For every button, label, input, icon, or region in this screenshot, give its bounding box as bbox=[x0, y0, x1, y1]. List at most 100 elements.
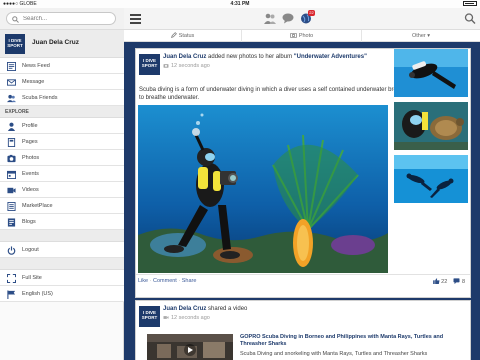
album-photo-thumb[interactable] bbox=[394, 102, 468, 150]
explore-section-header: EXPLORE bbox=[0, 106, 124, 118]
camera-icon bbox=[163, 64, 169, 68]
profile-header[interactable]: I DIVE SPORT Juan Dela Cruz bbox=[0, 30, 124, 58]
tab-other[interactable]: Other ▾ bbox=[362, 30, 480, 42]
profile-icon bbox=[7, 122, 16, 131]
post-author-link[interactable]: Juan Dela Cruz bbox=[163, 306, 206, 312]
post-time-text: 12 seconds ago bbox=[171, 63, 210, 69]
sidebar-item-label: MarketPlace bbox=[22, 203, 53, 209]
feed-post-video: I DIVE SPORT Juan Dela Cruz shared a vid… bbox=[135, 300, 471, 360]
comment-icon[interactable] bbox=[453, 278, 460, 284]
search-box[interactable] bbox=[6, 12, 116, 25]
sidebar-item-label: Message bbox=[22, 79, 45, 85]
sidebar-item-label: Scuba Friends bbox=[22, 95, 58, 101]
sidebar-item-videos[interactable]: Videos bbox=[0, 182, 124, 198]
sidebar-item-news-feed[interactable]: News Feed bbox=[0, 58, 124, 74]
album-photo-main[interactable] bbox=[138, 105, 388, 273]
message-icon bbox=[7, 79, 16, 86]
sidebar-item-pages[interactable]: Pages bbox=[0, 134, 124, 150]
album-photo-thumb[interactable] bbox=[394, 155, 468, 203]
events-icon bbox=[7, 170, 16, 179]
comment-link[interactable]: Comment bbox=[153, 278, 177, 284]
sidebar-item-marketplace[interactable]: MarketPlace bbox=[0, 198, 124, 214]
underwater-diver-image bbox=[138, 105, 388, 273]
post-time-text: 12 seconds ago bbox=[171, 315, 210, 321]
post-author-logo[interactable]: I DIVE SPORT bbox=[139, 306, 160, 327]
sidebar-item-label: Full Site bbox=[22, 275, 42, 281]
menu-icon[interactable] bbox=[130, 14, 141, 24]
comments-count: 8 bbox=[461, 279, 465, 285]
diver-thumbnail-image bbox=[394, 49, 468, 97]
sidebar-item-label: News Feed bbox=[22, 63, 50, 69]
sidebar-item-photos[interactable]: Photos bbox=[0, 150, 124, 166]
sidebar-item-label: Logout bbox=[22, 247, 39, 253]
post-actions: Like · Comment · Share bbox=[138, 278, 196, 284]
post-timestamp: 12 seconds ago bbox=[163, 315, 210, 321]
friend-requests-icon[interactable] bbox=[264, 13, 276, 24]
post-header: Juan Dela Cruz added new photos to her a… bbox=[163, 54, 367, 60]
sidebar-item-blogs[interactable]: Blogs bbox=[0, 214, 124, 230]
sidebar-item-events[interactable]: Events bbox=[0, 166, 124, 182]
notification-badge: 22 bbox=[308, 10, 315, 16]
likes-count: 22 bbox=[441, 279, 448, 285]
sidebar-item-logout[interactable]: Logout bbox=[0, 242, 124, 258]
tab-photo[interactable]: Photo bbox=[242, 30, 362, 42]
friends-icon bbox=[7, 94, 16, 103]
camera-icon bbox=[289, 33, 297, 38]
video-description: Scuba Diving and snorkeling with Manta R… bbox=[240, 351, 428, 357]
messages-icon[interactable] bbox=[282, 13, 294, 24]
news-feed: I DIVE SPORT Juan Dela Cruz added new ph… bbox=[124, 42, 480, 360]
post-header: Juan Dela Cruz shared a video bbox=[163, 306, 247, 312]
post-action-text: shared a video bbox=[206, 306, 248, 312]
flag-icon bbox=[7, 290, 16, 299]
tab-other-label: Other ▾ bbox=[411, 33, 431, 39]
sidebar-item-label: Pages bbox=[22, 139, 38, 145]
pencil-icon bbox=[170, 32, 177, 38]
sidebar-item-label: Photos bbox=[22, 155, 40, 161]
tab-status[interactable]: Status bbox=[124, 30, 242, 42]
search-icon[interactable] bbox=[464, 13, 476, 24]
sidebar: I DIVE SPORT Juan Dela Cruz News Feed Me… bbox=[0, 8, 124, 360]
top-bar: 22 bbox=[124, 8, 480, 30]
video-thumbnail[interactable] bbox=[147, 334, 233, 360]
device-status-bar: ●●●●○ GLOBE 4:31 PM bbox=[0, 0, 480, 8]
blogs-icon bbox=[7, 218, 16, 227]
videos-icon bbox=[7, 187, 16, 194]
search-icon bbox=[12, 16, 19, 23]
sidebar-spacer bbox=[0, 230, 124, 242]
news-feed-icon bbox=[7, 62, 16, 71]
expand-icon bbox=[7, 274, 16, 283]
divers-silhouette-image bbox=[394, 155, 468, 203]
separator-dot: · bbox=[178, 278, 181, 284]
album-photo-thumb[interactable] bbox=[394, 49, 468, 97]
sidebar-item-profile[interactable]: Profile bbox=[0, 118, 124, 134]
sidebar-item-label: Profile bbox=[22, 123, 38, 129]
thumbs-up-icon[interactable] bbox=[432, 278, 440, 284]
post-divider bbox=[136, 274, 470, 275]
tab-status-label: Status bbox=[178, 33, 195, 39]
share-link[interactable]: Share bbox=[182, 278, 197, 284]
diver-with-turtle-image bbox=[394, 102, 468, 150]
search-input[interactable] bbox=[23, 15, 111, 23]
sidebar-item-label: Blogs bbox=[22, 219, 36, 225]
separator-dot: · bbox=[149, 278, 152, 284]
composer-bar: Status Photo Other ▾ bbox=[124, 30, 480, 42]
pages-icon bbox=[7, 138, 16, 147]
sidebar-item-full-site[interactable]: Full Site bbox=[0, 270, 124, 286]
sidebar-item-language[interactable]: English (US) bbox=[0, 286, 124, 302]
sidebar-item-message[interactable]: Message bbox=[0, 74, 124, 90]
feed-post-photos: I DIVE SPORT Juan Dela Cruz added new ph… bbox=[135, 48, 471, 298]
post-action-text: added new photos to her album bbox=[206, 54, 294, 60]
sidebar-item-scuba-friends[interactable]: Scuba Friends bbox=[0, 90, 124, 106]
explore-header-label: EXPLORE bbox=[5, 109, 29, 115]
video-title-link[interactable]: GOPRO Scuba Diving in Borneo and Philipp… bbox=[240, 334, 468, 348]
marketplace-icon bbox=[7, 202, 16, 211]
sidebar-item-label: Videos bbox=[22, 187, 39, 193]
video-preview-image bbox=[147, 334, 233, 360]
post-author-logo[interactable]: I DIVE SPORT bbox=[139, 54, 160, 75]
profile-name: Juan Dela Cruz bbox=[32, 39, 79, 46]
like-link[interactable]: Like bbox=[138, 278, 148, 284]
clock: 4:31 PM bbox=[230, 1, 250, 7]
post-timestamp: 12 seconds ago bbox=[163, 63, 210, 69]
album-link[interactable]: "Underwater Adventures" bbox=[294, 54, 367, 60]
post-author-link[interactable]: Juan Dela Cruz bbox=[163, 54, 206, 60]
